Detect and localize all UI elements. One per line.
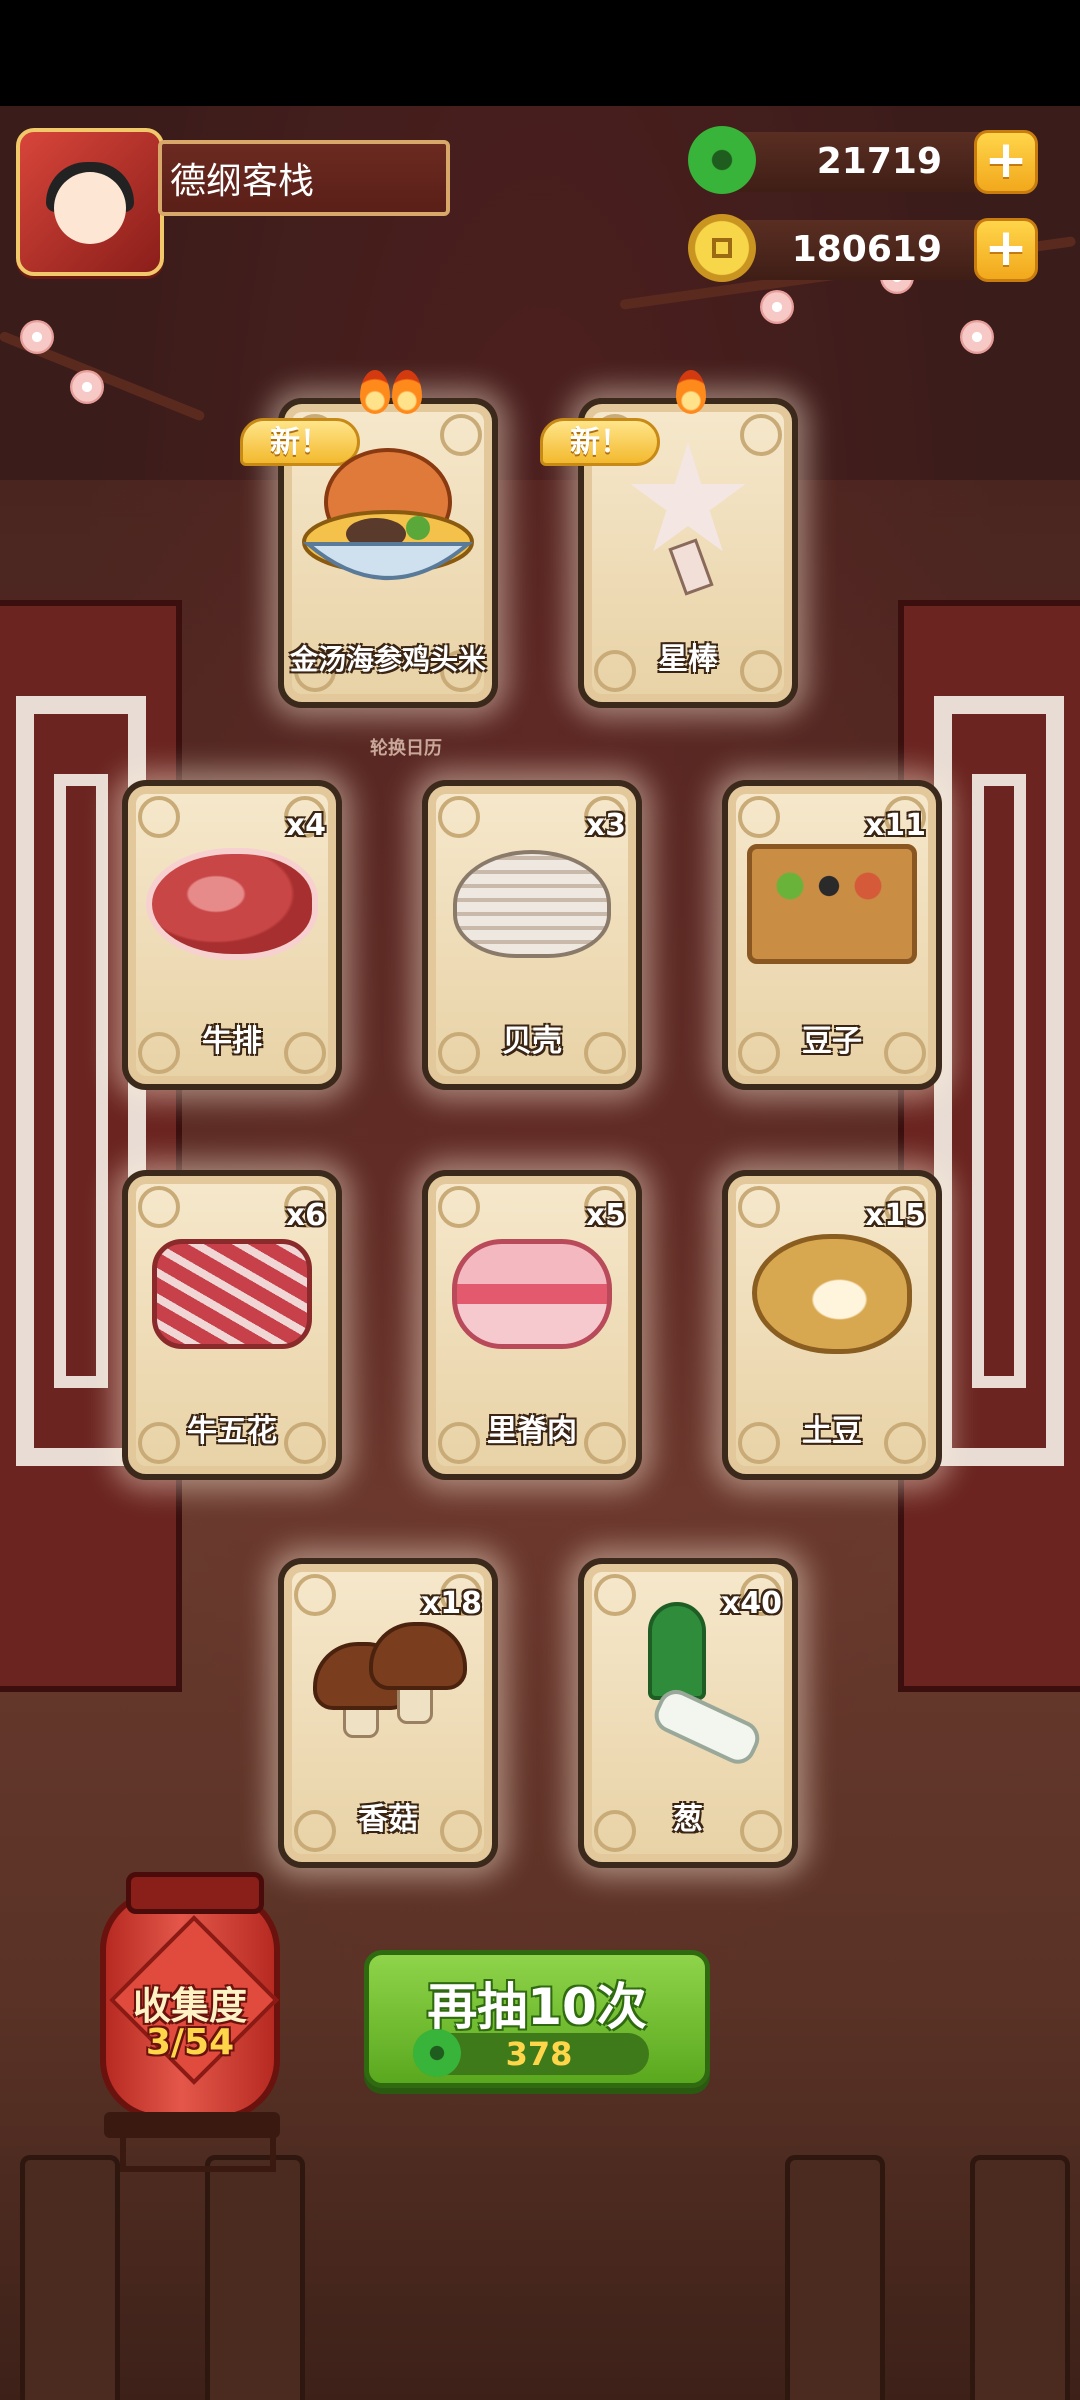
card-name: 金汤海参鸡头米	[289, 643, 486, 676]
card-count: x6	[285, 1198, 326, 1233]
card-name: 葱	[673, 1802, 703, 1837]
card-item[interactable]: x4 牛排	[122, 780, 342, 1090]
soup-bowl-icon	[298, 442, 478, 602]
card-name: 香菇	[358, 1802, 418, 1837]
card-count: x5	[585, 1198, 626, 1233]
coin-icon	[688, 214, 756, 282]
bean-box-icon	[747, 844, 917, 964]
star-stick-icon	[628, 442, 748, 602]
left-door-panel	[0, 600, 182, 1692]
card-count: x4	[285, 808, 326, 843]
flame-icon	[676, 370, 706, 414]
draw-cost-value: 378	[505, 2035, 573, 2073]
draw-cost: 378	[413, 2029, 649, 2077]
card-item[interactable]: x5 里脊肉	[422, 1170, 642, 1480]
fence-post	[785, 2155, 885, 2400]
add-jade-button[interactable]: +	[974, 130, 1038, 194]
card-name: 牛排	[202, 1024, 262, 1059]
add-coin-button[interactable]: +	[974, 218, 1038, 282]
blossom	[760, 290, 794, 324]
jade-amount: 21719	[816, 141, 942, 182]
lantern-cap	[126, 1872, 264, 1914]
card-name: 豆子	[802, 1024, 862, 1059]
card-name: 星棒	[658, 642, 718, 677]
card-item[interactable]: 新！ 金汤海参鸡头米	[240, 370, 498, 708]
draw-again-label: 再抽10次	[427, 1978, 647, 2036]
card-item[interactable]: x40 葱	[578, 1558, 798, 1868]
jade-currency: 21719 +	[688, 126, 1038, 194]
right-door-panel	[898, 600, 1080, 1692]
fence-post	[205, 2155, 305, 2400]
mushroom-icon	[313, 1622, 467, 1742]
coin-currency: 180619 +	[688, 214, 1038, 282]
fence-post	[20, 2155, 120, 2400]
card-name: 贝壳	[502, 1024, 562, 1059]
shell-icon	[453, 850, 611, 958]
collection-progress: 3/54	[145, 2022, 235, 2063]
steak-icon	[146, 848, 318, 960]
card-count: x11	[864, 808, 926, 843]
card-name: 牛五花	[187, 1414, 277, 1449]
blossom	[20, 320, 54, 354]
blossom	[70, 370, 104, 404]
card-count: x18	[420, 1586, 482, 1621]
card-item[interactable]: x11 豆子	[722, 780, 942, 1090]
draw-again-button[interactable]: 再抽10次 378	[364, 1950, 710, 2088]
game-scene: 德纲客栈 21719 + 180619 + 新！ 金汤海参鸡头米 新！ 星棒 轮…	[0, 0, 1080, 2400]
tenderloin-icon	[452, 1239, 612, 1349]
scallion-icon	[628, 1602, 766, 1770]
blossom	[960, 320, 994, 354]
potato-icon	[752, 1234, 912, 1354]
flame-icon	[360, 370, 390, 414]
card-item[interactable]: x15 土豆	[722, 1170, 942, 1480]
jade-icon	[688, 126, 756, 194]
coin-amount: 180619	[791, 229, 942, 270]
card-count: x15	[864, 1198, 926, 1233]
card-item[interactable]: 新！ 星棒	[540, 370, 798, 708]
flame-icon	[392, 370, 422, 414]
status-bar-area	[0, 0, 1080, 106]
fence-post	[970, 2155, 1070, 2400]
card-name: 土豆	[802, 1414, 862, 1449]
lantern-stand	[120, 2132, 276, 2172]
player-avatar[interactable]	[16, 128, 164, 276]
card-item[interactable]: x3 贝壳	[422, 780, 642, 1090]
card-item[interactable]: x18 香菇	[278, 1558, 498, 1868]
rotation-calendar-label: 轮换日历	[370, 738, 442, 759]
card-item[interactable]: x6 牛五花	[122, 1170, 342, 1480]
shop-name: 德纲客栈	[158, 140, 450, 216]
card-name: 里脊肉	[487, 1414, 577, 1449]
card-count: x3	[585, 808, 626, 843]
beef-belly-icon	[152, 1239, 312, 1349]
